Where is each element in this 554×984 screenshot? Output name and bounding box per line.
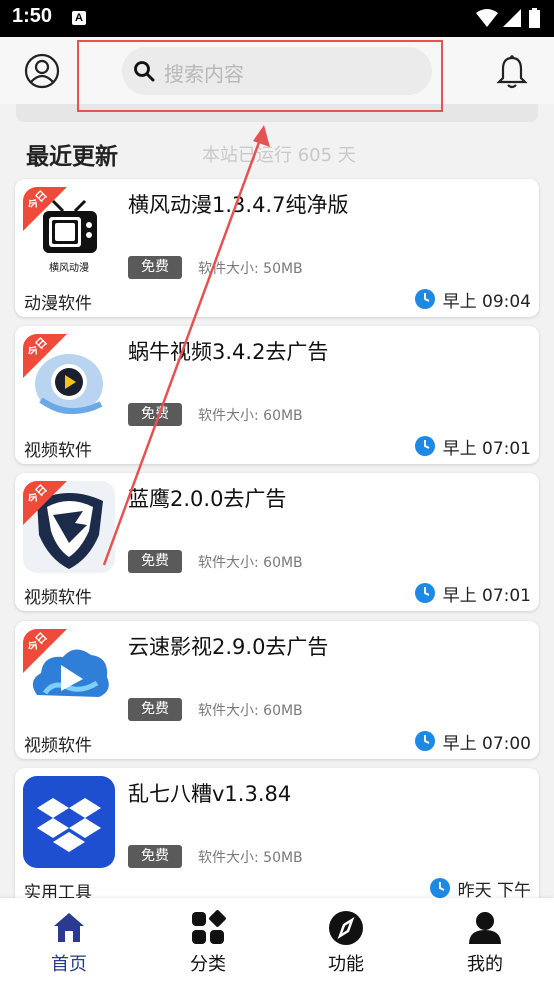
app-name: 蜗牛视频3.4.2去广告 [128,340,329,364]
app-size: 软件大小: 60MB [198,555,303,571]
app-logo: 今日 [23,334,115,426]
app-name: 云速影视2.9.0去广告 [128,635,329,659]
person-icon [469,912,501,944]
app-card[interactable]: 今日 蜗牛视频3.4.2去广告 免费 软件大小: 60MB 视频软件 早上 07… [15,326,539,464]
time-text: 昨天 下午 [457,880,531,901]
app-logo: 今日 [23,629,115,721]
free-badge: 免费 [128,256,182,279]
bell-icon[interactable] [495,54,529,90]
app-name: 蓝鹰2.0.0去广告 [128,487,287,511]
app-card[interactable]: 今日 蓝鹰2.0.0去广告 免费 软件大小: 60MB 视频软件 早上 07:0… [15,473,539,611]
annotation-box [77,40,443,112]
site-run-days: 本站已运行 605 天 [202,145,356,166]
free-badge: 免费 [128,403,182,426]
free-badge: 免费 [128,845,182,868]
time-text: 早上 07:01 [442,438,531,459]
app-size: 软件大小: 50MB [198,261,303,277]
app-logo: 横风动漫 今日 [23,187,115,279]
clock-icon [414,436,435,456]
app-category: 视频软件 [24,588,92,608]
logo-text: 横风动漫 [49,261,89,274]
battery-icon [529,8,540,28]
app-logo: 今日 [23,481,115,573]
update-time: 早上 07:01 [414,581,531,606]
time-text: 早上 09:04 [442,291,531,312]
nav-label: 我的 [467,954,503,975]
nav-function[interactable]: 功能 [296,906,396,976]
app-category: 视频软件 [24,736,92,756]
update-time: 早上 07:00 [414,729,531,754]
app-name: 横风动漫1.3.4.7纯净版 [128,193,349,217]
compass-icon [329,911,363,945]
user-circle-icon[interactable] [24,53,60,89]
clock-icon [414,583,435,603]
dropbox-icon [37,798,101,852]
nav-label: 分类 [190,954,226,975]
status-time: 1:50 [12,5,53,27]
free-badge: 免费 [128,550,182,573]
notification-icon: A [72,11,86,25]
time-text: 早上 07:01 [442,585,531,606]
nav-label: 首页 [51,954,87,975]
app-category: 视频软件 [24,441,92,461]
nav-home[interactable]: 首页 [19,906,119,976]
app-size: 软件大小: 60MB [198,408,303,424]
nav-mine[interactable]: 我的 [435,906,535,976]
app-card[interactable]: 今日 云速影视2.9.0去广告 免费 软件大小: 60MB 视频软件 早上 07… [15,621,539,759]
app-size: 软件大小: 60MB [198,703,303,719]
time-text: 早上 07:00 [442,733,531,754]
app-card[interactable]: 乱七八糟v1.3.84 免费 软件大小: 50MB 实用工具 昨天 下午 [15,768,539,906]
app-card[interactable]: 横风动漫 今日 横风动漫1.3.4.7纯净版 免费 软件大小: 50MB 动漫软… [15,179,539,317]
app-category: 动漫软件 [24,294,92,314]
grid-icon [192,910,226,944]
bottom-nav: 首页 分类 功能 我的 [0,898,554,984]
clock-icon [414,731,435,751]
wifi-icon [476,9,498,27]
clock-icon [414,289,435,309]
section-title: 最近更新 [26,144,118,170]
free-badge: 免费 [128,698,182,721]
nav-label: 功能 [328,954,364,975]
update-time: 早上 07:01 [414,434,531,459]
app-size: 软件大小: 50MB [198,850,303,866]
status-bar: 1:50 A [0,0,554,37]
clock-icon [429,878,450,898]
app-name: 乱七八糟v1.3.84 [128,782,292,806]
home-icon [54,913,84,942]
update-time: 昨天 下午 [429,876,531,901]
signal-icon [503,9,521,27]
update-time: 早上 09:04 [414,287,531,312]
app-logo [23,776,115,868]
nav-category[interactable]: 分类 [158,906,258,976]
